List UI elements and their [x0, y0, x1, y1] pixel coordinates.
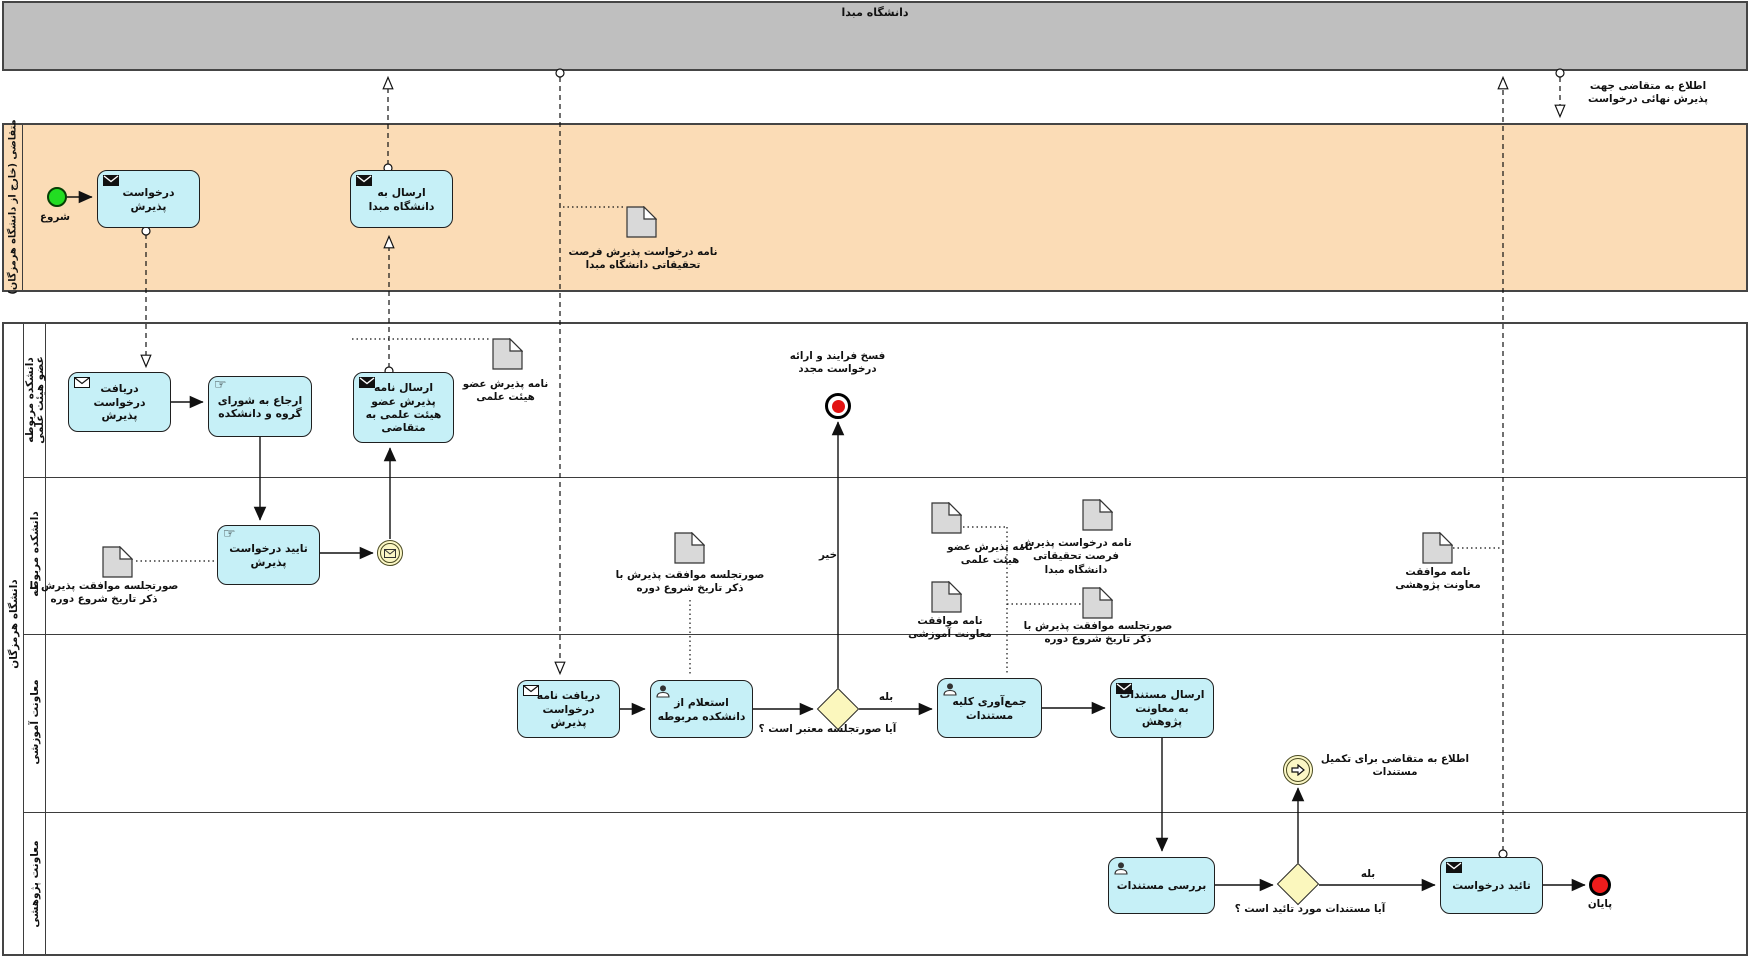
- document-label: نامه موافقت معاونت آموزشی: [901, 615, 999, 642]
- document-icon-origin-request-letter-2: [1082, 499, 1113, 531]
- message-receive-icon: [523, 685, 539, 696]
- document-label: نامه درخواست پذیرش فرصت تحقیقاتی دانشگاه…: [567, 246, 719, 273]
- user-task-icon: [1114, 862, 1128, 875]
- document-icon-minutes-right: [1082, 587, 1113, 619]
- start-event[interactable]: [47, 187, 67, 207]
- document-label: صورتجلسه موافقت پذیرش با ذکر تاریخ شروع …: [614, 569, 766, 596]
- manual-task-icon: ☞: [223, 527, 236, 541]
- task-refer-to-council[interactable]: ☞ ارجاع به شورای گروه و دانشکده: [208, 376, 312, 437]
- task-approve-admission-request[interactable]: ☞ تایید درخواست پذیرش: [217, 525, 320, 585]
- task-approve-final-request[interactable]: تائید درخواست: [1440, 857, 1543, 914]
- document-label: صورتجلسه موافقت پذیرش با ذکر تاریخ شروع …: [1022, 620, 1174, 647]
- start-event-label: شروع: [30, 211, 80, 224]
- message-send-icon: [359, 377, 375, 388]
- task-label: استعلام از دانشکده مربوطه: [657, 696, 746, 723]
- terminate-event-label: فسخ فرایند و ارائه درخواست مجدد: [770, 350, 905, 377]
- task-label: تائید درخواست: [1452, 879, 1531, 892]
- task-receive-request-letter[interactable]: دریافت نامه درخواست پذیرش: [517, 680, 620, 738]
- connector-layer: [0, 0, 1751, 964]
- task-label: بررسی مستندات: [1117, 879, 1207, 892]
- message-send-icon: [1116, 683, 1132, 694]
- task-label: ارجاع به شورای گروه و دانشکده: [215, 394, 305, 421]
- end-event-label: پایان: [1575, 898, 1625, 911]
- link-event-label: اطلاع به متقاضی برای تکمیل مستندات: [1320, 753, 1470, 780]
- flow-label-yes-2: بله: [1350, 868, 1386, 881]
- document-icon-member-acceptance-letter-2: [931, 502, 962, 534]
- message-send-icon: [356, 175, 372, 186]
- message-receive-icon: [74, 377, 90, 388]
- document-icon-member-acceptance-letter: [492, 338, 523, 370]
- gateway-documents-approved-label: آیا مستندات مورد تائید است ؟: [1215, 903, 1405, 916]
- task-label: درخواست پذیرش: [104, 186, 193, 213]
- document-label: نامه درخواست پذیرش فرصت تحقیقاتی دانشگاه…: [1017, 537, 1135, 577]
- document-icon-minutes-mid: [674, 532, 705, 564]
- document-icon-research-approval-letter: [1422, 532, 1453, 564]
- task-label: جمع‌آوری کلیه مستندات: [944, 695, 1035, 722]
- message-send-icon: [1446, 862, 1462, 873]
- task-collect-all-documents[interactable]: جمع‌آوری کلیه مستندات: [937, 678, 1042, 738]
- task-receive-admission-request[interactable]: دریافت درخواست پذیرش: [68, 372, 171, 432]
- task-label: ارسال مستندات به معاونت پژوهش: [1117, 688, 1207, 728]
- document-label: نامه موافقت معاونت پژوهشی: [1389, 566, 1487, 593]
- task-review-documents[interactable]: بررسی مستندات: [1108, 857, 1215, 914]
- message-throw-event[interactable]: [377, 540, 403, 566]
- task-send-acceptance-letter[interactable]: ارسال نامه پذیرش عضو هیئت علمی به متقاضی: [353, 372, 454, 443]
- document-icon-origin-request-letter: [626, 206, 657, 238]
- task-label: تایید درخواست پذیرش: [224, 542, 313, 569]
- task-label: دریافت درخواست پذیرش: [75, 382, 164, 422]
- document-label: صورتجلسه موافقت پذیرش با ذکر تاریخ شروع …: [25, 580, 183, 607]
- user-task-icon: [943, 683, 957, 696]
- end-event[interactable]: [1589, 874, 1611, 896]
- bpmn-diagram: دانشگاه مبدا متقاضی (خارج از دانشگاه هرم…: [0, 0, 1751, 964]
- task-admission-request[interactable]: درخواست پذیرش: [97, 170, 200, 228]
- message-icon: [380, 543, 400, 563]
- flow-label-no-1: خیر: [810, 549, 846, 562]
- task-label: ارسال به دانشگاه مبدا: [357, 186, 446, 213]
- document-icon-edu-approval-letter: [931, 581, 962, 613]
- task-send-to-origin-university[interactable]: ارسال به دانشگاه مبدا: [350, 170, 453, 228]
- task-label: ارسال نامه پذیرش عضو هیئت علمی به متقاضی: [360, 381, 447, 435]
- terminate-core: [832, 400, 845, 413]
- final-admission-notice-label: اطلاع به متقاضی جهت پذیرش نهائی درخواست: [1572, 80, 1724, 107]
- link-throw-event[interactable]: [1283, 755, 1313, 785]
- terminate-event[interactable]: [825, 393, 851, 419]
- manual-task-icon: ☞: [214, 378, 227, 392]
- task-send-documents-to-research[interactable]: ارسال مستندات به معاونت پژوهش: [1110, 678, 1214, 738]
- gateway-minutes-valid-label: آیا صورتجلسه معتبر است ؟: [735, 723, 920, 736]
- user-task-icon: [656, 685, 670, 698]
- document-label: نامه پذیرش عضو هیئت علمی: [458, 378, 553, 405]
- document-icon-minutes-left: [102, 546, 133, 578]
- flow-label-yes-1: بله: [868, 691, 904, 704]
- link-arrow-icon: [1286, 758, 1310, 782]
- message-send-icon: [103, 175, 119, 186]
